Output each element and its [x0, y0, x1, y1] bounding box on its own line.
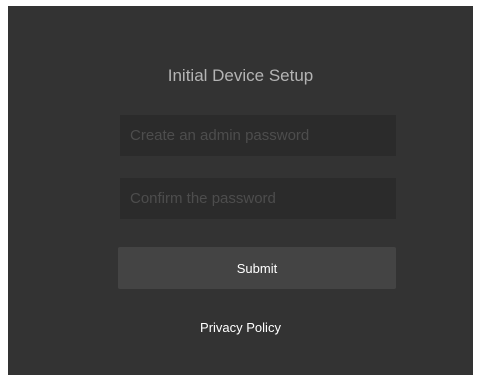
admin-password-input[interactable]: [120, 115, 396, 156]
privacy-policy-link[interactable]: Privacy Policy: [8, 320, 473, 335]
page-title: Initial Device Setup: [167, 66, 314, 85]
submit-button[interactable]: Submit: [118, 247, 396, 289]
setup-panel: Initial Device Setup Submit Privacy Poli…: [8, 6, 473, 375]
confirm-password-input[interactable]: [120, 178, 396, 219]
